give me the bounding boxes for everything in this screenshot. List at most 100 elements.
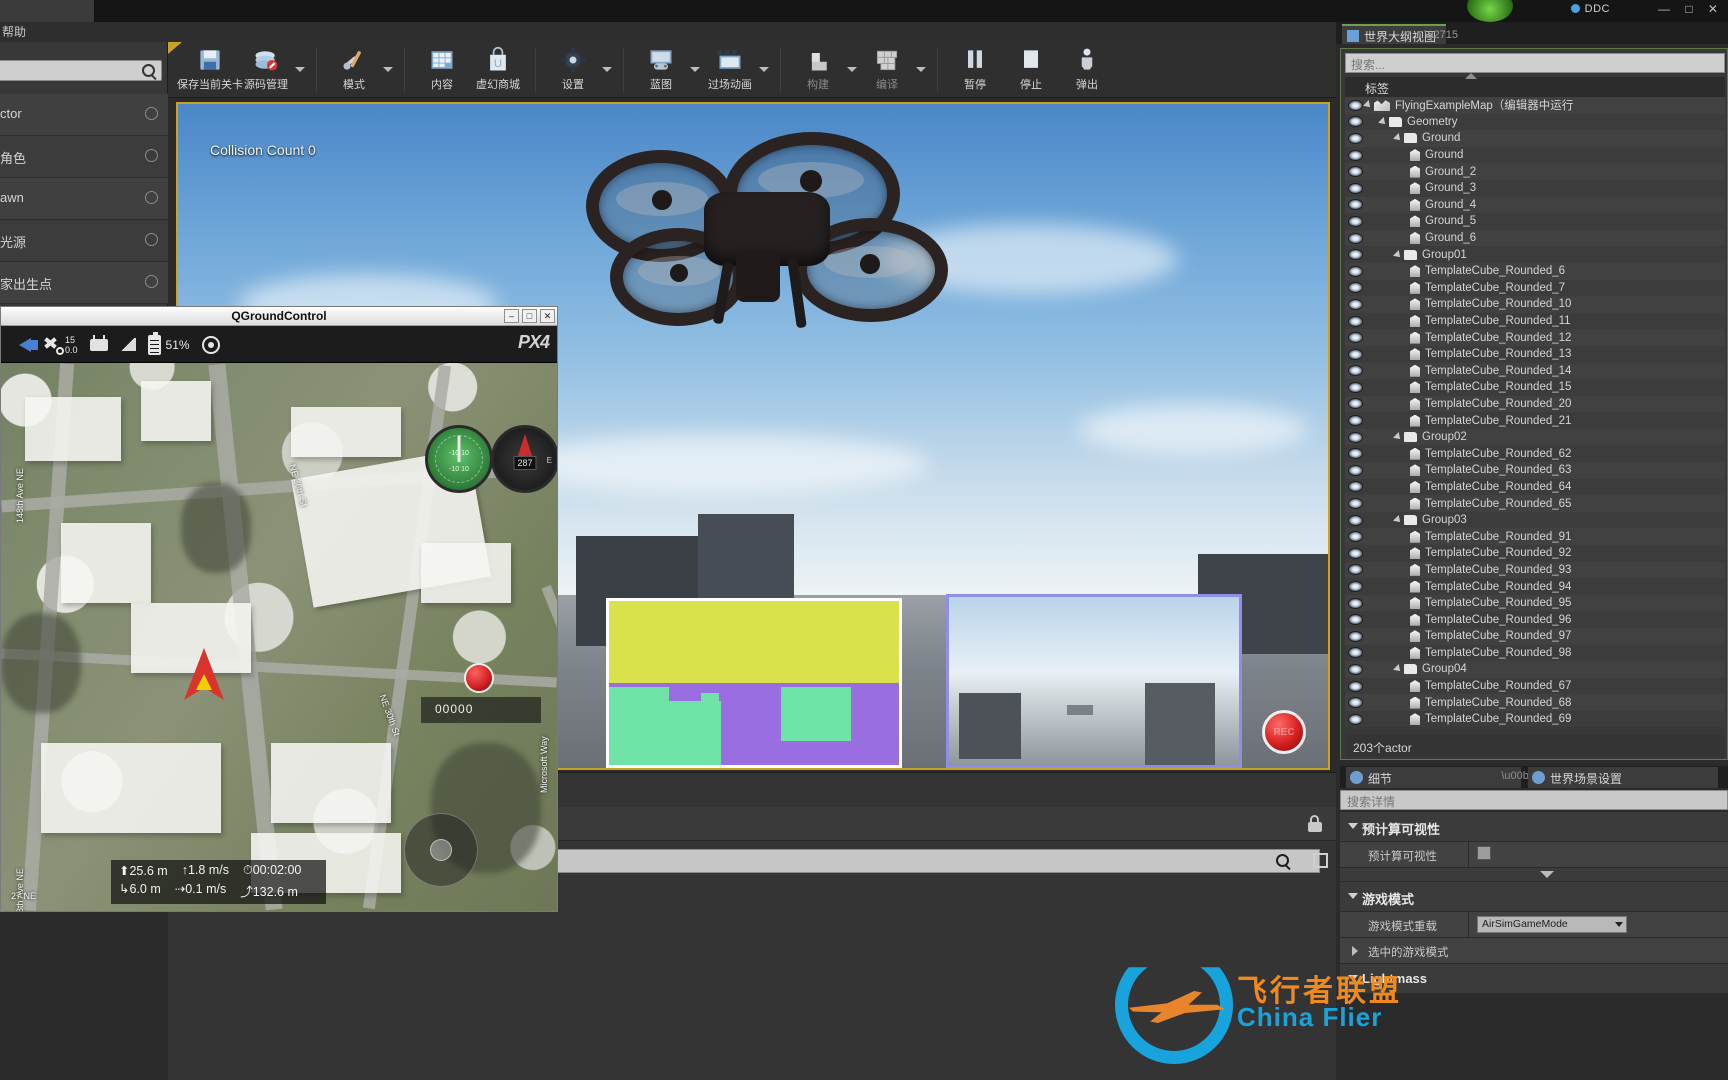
minimize-button[interactable]: –: [504, 309, 519, 323]
outliner-row[interactable]: Group04: [1345, 661, 1725, 678]
toolbar-button-stop[interactable]: 停止: [1003, 45, 1059, 93]
expander-icon[interactable]: [1393, 515, 1403, 526]
outliner-row[interactable]: TemplateCube_Rounded_13: [1345, 345, 1725, 363]
toolbar-button-source-control[interactable]: 源码管理: [238, 45, 294, 93]
visibility-toggle-icon[interactable]: [1345, 333, 1365, 343]
chevron-down-icon[interactable]: [294, 45, 307, 93]
details-row-selected-gamemode[interactable]: 选中的游戏模式: [1340, 938, 1728, 964]
details-row-precomputed-value[interactable]: [1468, 842, 1728, 867]
tab-world-outliner[interactable]: 世界大纲视图 \u2715: [1342, 24, 1458, 44]
outliner-row[interactable]: Group01: [1345, 246, 1725, 263]
place-actors-row[interactable]: 角色: [0, 136, 168, 178]
outliner-row[interactable]: Ground_6: [1345, 229, 1725, 247]
outliner-tree[interactable]: FlyingExampleMap（编辑器中运行 Geometry Ground Gro…: [1345, 97, 1725, 727]
place-actors-row[interactable]: 家出生点: [0, 262, 168, 304]
outliner-row[interactable]: Ground: [1345, 130, 1725, 147]
visibility-toggle-icon[interactable]: [1345, 266, 1365, 276]
toolbar-button-build[interactable]: 构建: [790, 45, 846, 93]
record-button[interactable]: REC: [1262, 710, 1306, 754]
toolbar-button-eject[interactable]: 弹出: [1059, 45, 1115, 93]
visibility-toggle-icon[interactable]: [1345, 664, 1365, 674]
visibility-toggle-icon[interactable]: [1345, 233, 1365, 243]
visibility-toggle-icon[interactable]: [1345, 150, 1365, 160]
heading-indicator-widget[interactable]: 287 E: [491, 425, 557, 493]
visibility-toggle-icon[interactable]: [1345, 299, 1365, 309]
outliner-row[interactable]: Group02: [1345, 428, 1725, 446]
outliner-row[interactable]: TemplateCube_Rounded_68: [1345, 694, 1725, 711]
window-controls[interactable]: — □ ✕: [1658, 2, 1724, 16]
visibility-toggle-icon[interactable]: [1345, 382, 1365, 392]
toolbar-button-compile[interactable]: 编译: [859, 45, 915, 93]
visibility-toggle-icon[interactable]: [1345, 565, 1365, 575]
outliner-row[interactable]: Ground: [1345, 146, 1725, 164]
visibility-toggle-icon[interactable]: [1345, 250, 1365, 260]
visibility-toggle-icon[interactable]: [1345, 698, 1365, 708]
ddc-indicator[interactable]: DDC: [1570, 3, 1610, 15]
details-row-gamemode-value[interactable]: AirSimGameMode: [1468, 912, 1728, 937]
visibility-toggle-icon[interactable]: [1345, 582, 1365, 592]
outliner-search-input[interactable]: 搜索...: [1345, 53, 1725, 73]
outliner-row[interactable]: TemplateCube_Rounded_15: [1345, 379, 1725, 396]
outliner-row[interactable]: TemplateCube_Rounded_67: [1345, 677, 1725, 695]
outliner-row[interactable]: TemplateCube_Rounded_10: [1345, 296, 1725, 313]
visibility-toggle-icon[interactable]: [1345, 499, 1365, 509]
expander-icon[interactable]: [1393, 432, 1403, 443]
expander-icon[interactable]: [1378, 116, 1388, 127]
segmentation-camera-view[interactable]: [606, 598, 902, 768]
place-actors-search-input[interactable]: [0, 60, 162, 81]
visibility-toggle-icon[interactable]: [1345, 167, 1365, 177]
outliner-row[interactable]: TemplateCube_Rounded_95: [1345, 594, 1725, 612]
outliner-row[interactable]: TemplateCube_Rounded_97: [1345, 628, 1725, 645]
outliner-row[interactable]: Ground_2: [1345, 163, 1725, 180]
toolbar-button-modes[interactable]: 模式: [326, 45, 382, 93]
lock-icon[interactable]: [1308, 815, 1322, 832]
outliner-row[interactable]: TemplateCube_Rounded_12: [1345, 329, 1725, 346]
visibility-toggle-icon[interactable]: [1345, 133, 1365, 143]
compass-widget[interactable]: -10 10 -10 10: [425, 425, 493, 493]
outliner-row[interactable]: Geometry: [1345, 113, 1725, 131]
toolbar-button-save[interactable]: 保存当前关卡: [177, 45, 243, 93]
visibility-toggle-icon[interactable]: [1345, 631, 1365, 641]
outliner-row[interactable]: TemplateCube_Rounded_7: [1345, 279, 1725, 297]
outliner-row[interactable]: TemplateCube_Rounded_92: [1345, 545, 1725, 562]
chevron-down-icon[interactable]: [382, 45, 395, 93]
qgc-titlebar[interactable]: QGroundControl – □ ✕: [1, 307, 557, 326]
outliner-row[interactable]: TemplateCube_Rounded_63: [1345, 462, 1725, 479]
chevron-down-icon[interactable]: [846, 45, 859, 93]
tab-world-settings[interactable]: 世界场景设置: [1528, 767, 1718, 788]
toolbar-button-blueprint[interactable]: 蓝图: [633, 45, 689, 93]
outliner-row[interactable]: TemplateCube_Rounded_62: [1345, 445, 1725, 463]
visibility-toggle-icon[interactable]: [1345, 465, 1365, 475]
outliner-column-header[interactable]: 标签: [1345, 73, 1725, 97]
visibility-toggle-icon[interactable]: [1345, 399, 1365, 409]
place-actors-row[interactable]: 光源: [0, 220, 168, 262]
outliner-row[interactable]: Group03: [1345, 511, 1725, 529]
visibility-toggle-icon[interactable]: [1345, 349, 1365, 359]
vehicle-marker[interactable]: [184, 648, 224, 700]
speaker-icon[interactable]: [19, 337, 38, 352]
outliner-row[interactable]: TemplateCube_Rounded_20: [1345, 395, 1725, 413]
close-icon[interactable]: \u2715: [1424, 29, 1458, 41]
visibility-toggle-icon[interactable]: [1345, 648, 1365, 658]
visibility-toggle-icon[interactable]: [1345, 548, 1365, 558]
expander-icon[interactable]: [1393, 249, 1403, 260]
outliner-row[interactable]: TemplateCube_Rounded_93: [1345, 561, 1725, 579]
menu-help[interactable]: 帮助: [2, 23, 26, 40]
place-actors-row[interactable]: awn: [0, 178, 168, 220]
chevron-down-icon[interactable]: [758, 45, 771, 93]
visibility-toggle-icon[interactable]: [1345, 416, 1365, 426]
details-row-expander-strip[interactable]: [1340, 868, 1728, 882]
outliner-row[interactable]: Ground_3: [1345, 179, 1725, 197]
outliner-row[interactable]: TemplateCube_Rounded_98: [1345, 644, 1725, 662]
outliner-row[interactable]: TemplateCube_Rounded_64: [1345, 478, 1725, 496]
outliner-row[interactable]: TemplateCube_Rounded_11: [1345, 312, 1725, 330]
details-category-lightmass[interactable]: Lightmass: [1340, 964, 1728, 994]
visibility-toggle-icon[interactable]: [1345, 532, 1365, 542]
qgroundcontrol-window[interactable]: QGroundControl – □ ✕ 15 0.0 51% PX4 148t…: [0, 306, 558, 912]
toolbar-button-cinematics[interactable]: 过场动画: [702, 45, 758, 93]
outliner-row[interactable]: TemplateCube_Rounded_21: [1345, 412, 1725, 429]
visibility-toggle-icon[interactable]: [1345, 681, 1365, 691]
outliner-row[interactable]: Ground_5: [1345, 213, 1725, 230]
outliner-row[interactable]: TemplateCube_Rounded_69: [1345, 710, 1725, 727]
outliner-row[interactable]: TemplateCube_Rounded_96: [1345, 611, 1725, 628]
